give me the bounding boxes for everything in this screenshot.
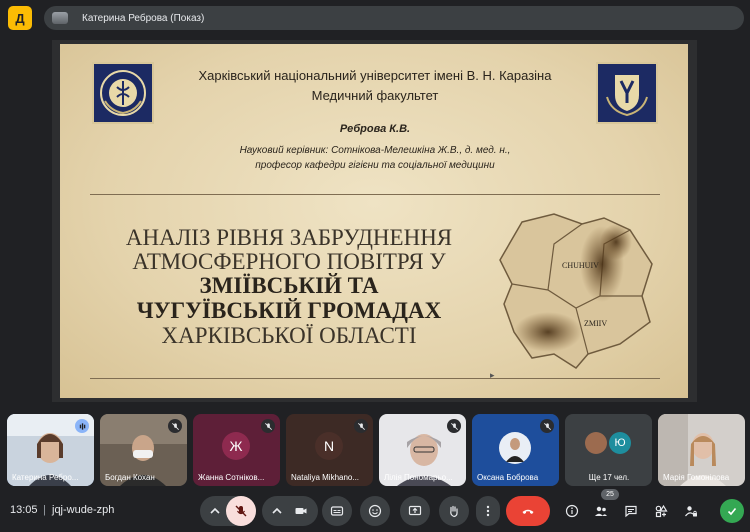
- participant-tile-5[interactable]: Лілія Пономарьо...: [379, 414, 466, 486]
- companion-badge[interactable]: [720, 499, 744, 523]
- lock-person-icon: [685, 506, 697, 517]
- participant-tile-4[interactable]: N Nataliya Mikhano...: [286, 414, 373, 486]
- camera-toggle-button[interactable]: [286, 496, 316, 526]
- mic-off-indicator: [261, 419, 275, 433]
- mic-off-indicator: [354, 419, 368, 433]
- activities-button[interactable]: [650, 500, 672, 522]
- title-line-3: ЗМІЇВСЬКІЙ ТА: [199, 273, 379, 298]
- avatar: [585, 432, 607, 454]
- mouse-cursor-icon: ▸: [490, 370, 495, 380]
- mic-off-indicator: [447, 419, 461, 433]
- participant-name: Лілія Пономарьо...: [384, 473, 453, 482]
- chevron-up-icon: [272, 507, 282, 514]
- leave-call-button[interactable]: [506, 496, 550, 526]
- mic-off-indicator: [168, 419, 182, 433]
- emoji-icon: [368, 504, 382, 518]
- captions-icon: [330, 506, 344, 516]
- raise-hand-button[interactable]: [439, 496, 469, 526]
- university-crest-left: [92, 62, 154, 124]
- speaking-indicator: [75, 419, 89, 433]
- title-line-5: ХАРКІВСЬКОЇ ОБЛАСТІ: [161, 323, 417, 348]
- mic-off-icon: [235, 505, 247, 517]
- more-participants-tile[interactable]: Ю Ще 17 чел.: [565, 414, 652, 486]
- university-name: Харківський національний університет іме…: [198, 68, 552, 83]
- presenter-thumbnail: [52, 12, 68, 24]
- top-bar: Д Катерина Реброва (Показ): [0, 0, 750, 36]
- participant-name: Богдан Кохан: [105, 473, 155, 482]
- meeting-code: jqj-wude-zph: [52, 504, 115, 516]
- check-icon: [727, 507, 737, 516]
- shapes-icon: [655, 504, 668, 518]
- title-line-1: АНАЛІЗ РІВНЯ ЗАБРУДНЕННЯ: [125, 225, 453, 250]
- divider-bottom: [90, 378, 660, 379]
- audio-level-icon: [79, 422, 85, 430]
- more-participants-label: Ще 17 чел.: [588, 473, 630, 482]
- participant-name: Оксана Боброва: [477, 473, 539, 482]
- advisor-line-1: Науковий керівник: Сотнікова-Мелешкіна Ж…: [239, 145, 511, 156]
- mic-off-icon: [543, 422, 551, 430]
- captions-button[interactable]: [322, 496, 352, 526]
- map-label-chuhuiv: CHUHUIV: [562, 261, 599, 270]
- people-icon: [595, 506, 607, 516]
- mic-off-indicator: [540, 419, 554, 433]
- participant-name: Катерина Ребро...: [12, 473, 79, 482]
- present-icon: [408, 505, 422, 516]
- hand-icon: [450, 505, 458, 518]
- camera-icon: [295, 508, 307, 514]
- presenter-label: Катерина Реброва (Показ): [82, 12, 205, 24]
- participant-tile-1[interactable]: Катерина Ребро...: [7, 414, 94, 486]
- participant-tile-2[interactable]: Богдан Кохан: [100, 414, 187, 486]
- shared-screen: Харківський національний університет іме…: [52, 40, 697, 402]
- info-icon: [565, 504, 579, 518]
- participant-name: Жанна Сотніков...: [198, 473, 265, 482]
- chat-button[interactable]: [620, 500, 642, 522]
- people-count-badge: 25: [601, 489, 619, 500]
- university-shield-icon: [606, 75, 648, 117]
- reactions-button[interactable]: [360, 496, 390, 526]
- chat-icon: [625, 505, 637, 518]
- bottom-control-bar: 13:05 | jqj-wude-zph 25: [0, 489, 750, 532]
- present-screen-button[interactable]: [400, 496, 430, 526]
- separator: |: [43, 504, 46, 516]
- end-call-icon: [522, 509, 534, 514]
- map-label-zmiiv: ZMIIV: [584, 319, 607, 328]
- mic-off-icon: [171, 422, 179, 430]
- avatar: N: [315, 432, 343, 460]
- more-options-button[interactable]: [476, 496, 500, 526]
- more-vert-icon: [486, 505, 490, 517]
- people-button[interactable]: [590, 500, 612, 522]
- app-logo: Д: [8, 6, 32, 30]
- faculty-name: Медичний факультет: [311, 88, 439, 103]
- mic-toggle-button[interactable]: [226, 496, 256, 526]
- presentation-slide: Харківський національний університет іме…: [60, 44, 688, 398]
- advisor-line-2: професор кафедри гігієни та соціальної м…: [255, 160, 495, 171]
- participant-tile-8[interactable]: Марія Гомонілова: [658, 414, 745, 486]
- avatar: Ю: [609, 432, 631, 454]
- emblem-icon: [100, 70, 146, 116]
- chevron-up-icon: [210, 507, 220, 514]
- participant-tile-6[interactable]: Оксана Боброва: [472, 414, 559, 486]
- university-crest-right: [596, 62, 658, 124]
- host-controls-button[interactable]: [680, 500, 702, 522]
- mic-off-icon: [264, 422, 272, 430]
- participant-tile-3[interactable]: Ж Жанна Сотніков...: [193, 414, 280, 486]
- author-name: Реброва К.В.: [339, 123, 411, 135]
- title-line-4: ЧУГУЇВСЬКІЙ ГРОМАДАХ: [136, 298, 442, 323]
- current-time: 13:05: [10, 504, 38, 516]
- title-line-2: АТМОСФЕРНОГО ПОВІТРЯ У: [132, 249, 446, 274]
- avatar: Ж: [222, 432, 250, 460]
- region-map: CHUHUIV ZMIIV: [499, 213, 653, 369]
- presenter-pill[interactable]: Катерина Реброва (Показ): [44, 6, 744, 30]
- divider-top: [90, 194, 660, 195]
- meeting-info-button[interactable]: [561, 500, 583, 522]
- mic-off-icon: [450, 422, 458, 430]
- mic-off-icon: [357, 422, 365, 430]
- participant-name: Марія Гомонілова: [663, 473, 730, 482]
- participant-name: Nataliya Mikhano...: [291, 473, 360, 482]
